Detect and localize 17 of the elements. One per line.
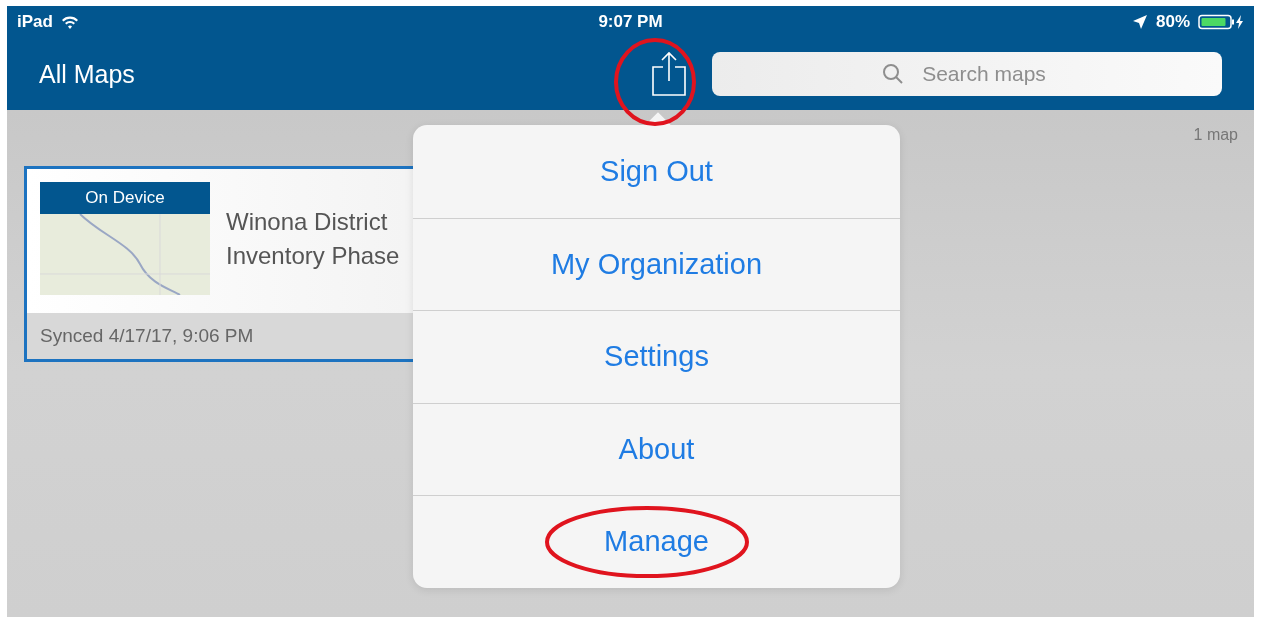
device-name: iPad [17,12,53,32]
search-icon [882,63,904,85]
menu-item[interactable]: My Organization [413,217,900,310]
search-field[interactable]: Search maps [712,52,1222,96]
clock-time: 9:07 PM [598,12,663,32]
nav-title: All Maps [39,59,136,89]
menu-item[interactable]: About [413,402,900,495]
menu-item[interactable]: Manage [413,495,900,588]
battery-charging-icon [1198,14,1244,30]
map-title: Winona District [226,207,389,236]
battery-percent: 80% [1155,12,1190,32]
map-title: Inventory Phase [226,241,400,270]
menu-item[interactable]: Settings [413,310,900,403]
on-device-badge: On Device [40,182,210,214]
wifi-icon [60,15,79,29]
map-count: 1 map [1193,126,1238,144]
location-arrow-icon [1131,14,1148,30]
